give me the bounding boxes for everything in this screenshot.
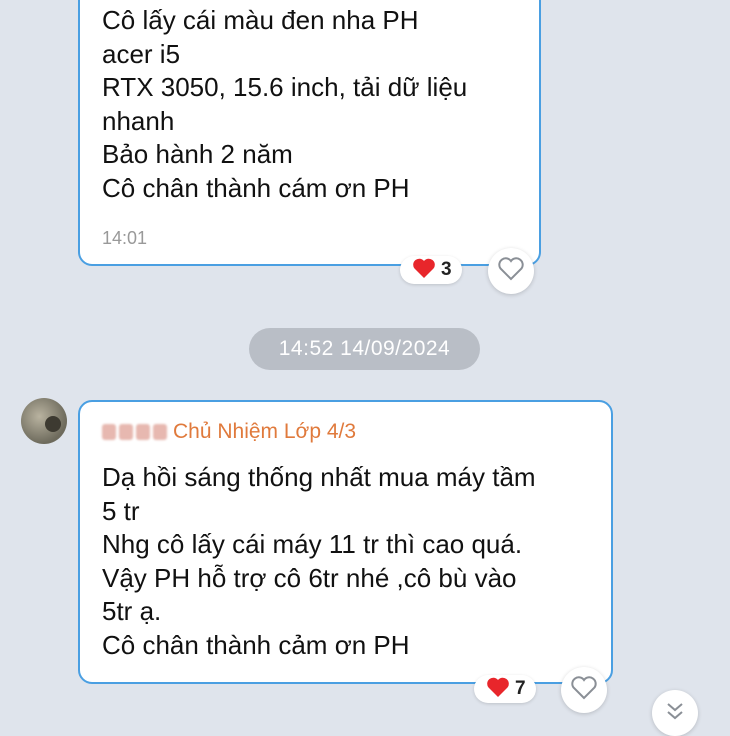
sender-name[interactable]: Chủ Nhiệm Lớp 4/3 [173, 420, 356, 444]
message-line: Cô chân thành cám ơn PH [102, 172, 410, 203]
message-line: Bảo hành 2 năm [102, 139, 293, 169]
message-text: Cô lấy cái màu đen nha PH acer i5 RTX 30… [102, 4, 467, 205]
message-line: 5tr ạ. [102, 596, 162, 626]
heart-outline-icon [570, 675, 598, 706]
reaction-summary[interactable]: 3 [400, 256, 462, 284]
heart-icon [486, 676, 510, 703]
date-divider: 14:52 14/09/2024 [249, 328, 480, 370]
heart-outline-icon [497, 256, 525, 287]
message-time: 14:01 [102, 228, 148, 248]
blurred-name [102, 424, 167, 440]
chevron-down-icon [664, 702, 686, 736]
message-line: 5 tr [102, 495, 140, 526]
message-line: RTX 3050, 15.6 inch, tải dữ liệu [102, 72, 468, 102]
message-line: Nhg cô lấy cái máy 11 tr thì cao quá. [102, 529, 523, 559]
message-line: Dạ hồi sáng thống nhất mua máy tầm [102, 462, 536, 492]
reaction-summary[interactable]: 7 [474, 675, 536, 703]
message-text: Dạ hồi sáng thống nhất mua máy tầm 5 tr … [102, 461, 536, 662]
scroll-to-bottom-button[interactable] [652, 690, 698, 736]
reaction-count: 3 [441, 259, 452, 280]
message-line: Vậy PH hỗ trợ cô 6tr nhé ,cô bù vào [102, 562, 517, 593]
react-heart-button[interactable] [561, 667, 607, 713]
message-line: Cô chân thành cảm ơn PH [102, 629, 410, 660]
message-line: Cô lấy cái màu đen nha PH [102, 5, 419, 35]
heart-icon [412, 257, 436, 284]
message-line: nhanh [102, 105, 175, 136]
reaction-count: 7 [515, 678, 526, 699]
message-bubble[interactable]: Cô lấy cái màu đen nha PH acer i5 RTX 30… [78, 0, 541, 266]
sender-row: Chủ Nhiệm Lớp 4/3 [102, 420, 356, 444]
message-line: acer i5 [102, 38, 181, 69]
avatar[interactable] [21, 398, 67, 444]
react-heart-button[interactable] [488, 248, 534, 294]
message-bubble[interactable]: Chủ Nhiệm Lớp 4/3 Dạ hồi sáng thống nhất… [78, 400, 613, 684]
